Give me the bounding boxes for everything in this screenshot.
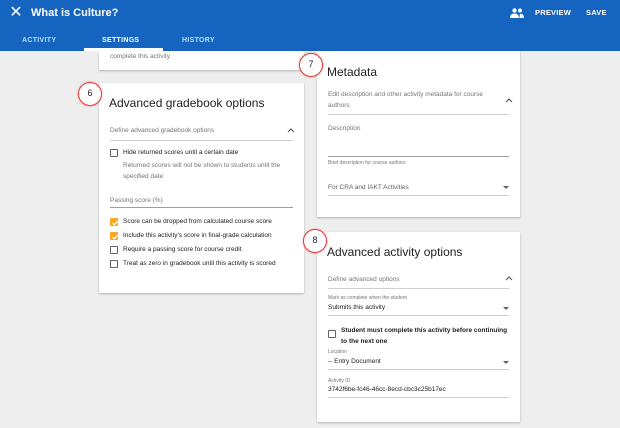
location-select[interactable]: -- Entry Document (328, 358, 381, 365)
gradebook-title: Advanced gradebook options (109, 96, 265, 110)
divider (328, 288, 509, 289)
activity-define-label: Define advanced options (328, 276, 400, 283)
tab-settings[interactable]: SETTINGS (102, 37, 139, 44)
previous-card: complete this activity (99, 51, 304, 70)
gradebook-options-card: Advanced gradebook options Define advanc… (99, 83, 304, 293)
score-dropped-label: Score can be dropped from calculated cou… (123, 218, 272, 225)
treat-as-zero-checkbox[interactable] (110, 260, 118, 268)
require-passing-label: Require a passing score for course credi… (123, 246, 242, 253)
divider (328, 195, 509, 196)
divider (328, 369, 509, 370)
must-complete-label: Student must complete this activity befo… (341, 327, 508, 345)
hide-returned-note: Returned scores will not be shown to stu… (123, 162, 281, 180)
gradebook-define-label: Define advanced gradebook options (110, 127, 215, 134)
metadata-edit-label: Edit description and other activity meta… (328, 91, 483, 109)
complete-when-select[interactable]: Submits this activity (328, 304, 385, 311)
chevron-up-icon[interactable] (505, 275, 513, 281)
include-final-grade-checkbox[interactable] (110, 232, 119, 240)
previous-card-text: complete this activity (110, 53, 170, 60)
metadata-card: Metadata Edit description and other acti… (317, 51, 520, 217)
chevron-up-icon[interactable] (505, 97, 513, 103)
close-icon[interactable]: ✕ (9, 5, 23, 21)
divider (328, 397, 509, 398)
chevron-up-icon[interactable] (287, 127, 295, 133)
treat-as-zero-label: Treat as zero in gradebook until this ac… (123, 260, 276, 267)
hide-returned-checkbox[interactable] (110, 149, 118, 157)
save-button[interactable]: SAVE (586, 8, 607, 17)
dropdown-caret-icon[interactable] (503, 186, 509, 189)
preview-button[interactable]: PREVIEW (535, 8, 571, 17)
activity-options-title: Advanced activity options (327, 245, 463, 259)
step-badge-7: 7 (299, 53, 323, 77)
passing-score-label: Passing score (%) (110, 197, 163, 204)
page-title: What is Culture? (31, 7, 119, 19)
step-badge-8: 8 (303, 229, 327, 253)
description-label: Description (328, 125, 361, 132)
activity-options-card: Advanced activity options Define advance… (317, 232, 520, 422)
activity-id-label: Activity ID (328, 378, 351, 384)
dropdown-caret-icon[interactable] (503, 307, 509, 310)
check-icon (112, 220, 119, 226)
hide-returned-label: Hide returned scores until a certain dat… (123, 149, 239, 156)
description-hint: Brief description for course authors (328, 160, 406, 166)
tab-history[interactable]: HISTORY (182, 37, 215, 44)
step-badge-6: 6 (78, 82, 102, 106)
metadata-title: Metadata (327, 65, 378, 79)
complete-when-label: Mark as complete when the student (328, 295, 407, 301)
tab-activity[interactable]: ACTIVITY (22, 37, 56, 44)
must-complete-checkbox[interactable] (328, 330, 336, 338)
passing-score-input[interactable] (110, 207, 293, 208)
location-label: Location (328, 349, 347, 355)
check-icon (112, 234, 119, 240)
dropdown-caret-icon[interactable] (503, 361, 509, 364)
activity-id-field[interactable]: 3742f6be-fc46-46cc-8ecd-cbc3c25b17ec (328, 386, 446, 393)
include-final-grade-label: Include this activity's score in final-g… (123, 232, 272, 239)
divider (110, 140, 293, 141)
require-passing-checkbox[interactable] (110, 246, 118, 254)
divider (328, 315, 509, 316)
divider (328, 114, 509, 115)
people-icon[interactable] (510, 8, 524, 18)
metadata-select-value[interactable]: For CRA and IAKT Activities (328, 184, 409, 191)
score-dropped-checkbox[interactable] (110, 218, 119, 226)
app-bar: ✕ What is Culture? PREVIEW SAVE ACTIVITY… (0, 0, 620, 51)
description-field[interactable] (328, 156, 509, 157)
